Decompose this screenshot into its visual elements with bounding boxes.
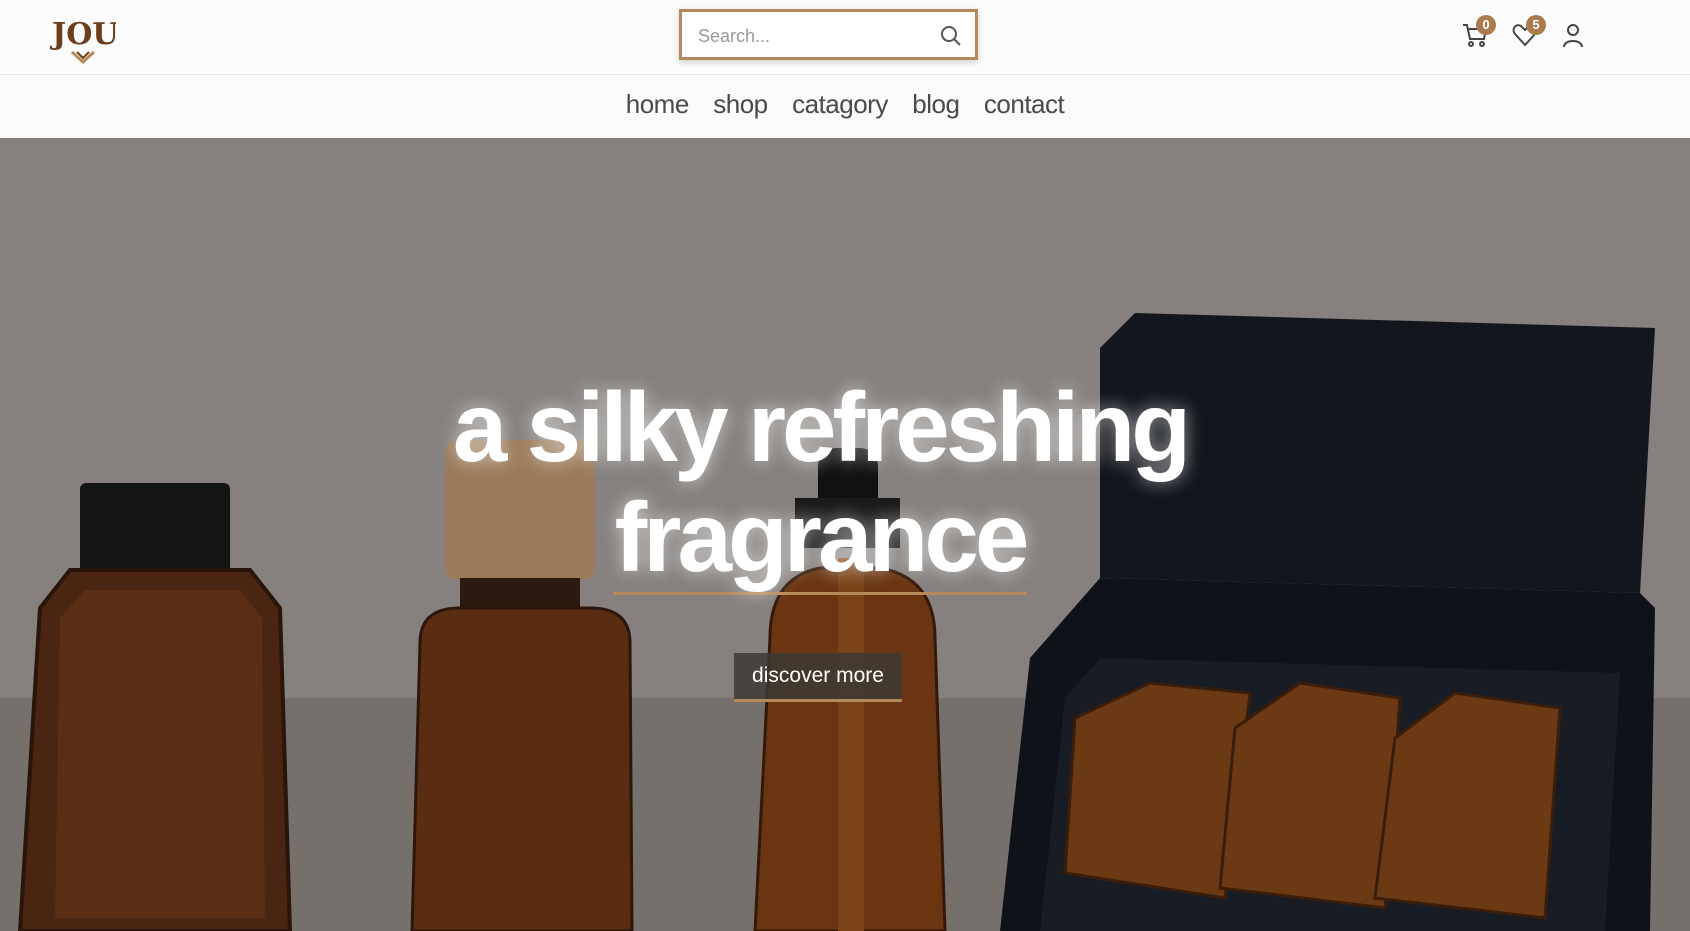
nav-blog[interactable]: blog <box>912 89 960 120</box>
hero-banner: a silky refreshing fragrance discover mo… <box>0 138 1690 931</box>
wishlist-button[interactable]: 5 <box>1510 15 1546 50</box>
nav-category[interactable]: catagory <box>792 89 888 120</box>
search-icon[interactable] <box>939 24 963 48</box>
main-nav: home shop catagory blog contact <box>0 75 1690 138</box>
wishlist-count-badge: 5 <box>1526 15 1546 35</box>
user-icon <box>1563 24 1583 48</box>
hero-headline: a silky refreshing fragrance <box>0 372 1640 595</box>
discover-more-button[interactable]: discover more <box>734 653 902 702</box>
search-box <box>679 9 978 60</box>
nav-contact[interactable]: contact <box>984 89 1065 120</box>
cart-button[interactable]: 0 <box>1460 15 1496 50</box>
nav-shop[interactable]: shop <box>713 89 768 120</box>
hero-headline-line1: a silky refreshing <box>452 372 1191 482</box>
cart-count-badge: 0 <box>1476 15 1496 35</box>
brand-logo[interactable]: JOUD <box>50 8 116 64</box>
search-input[interactable] <box>696 22 930 50</box>
account-button[interactable] <box>1558 20 1588 50</box>
svg-text:JOUD: JOUD <box>50 17 116 52</box>
hero-headline-line2: fragrance <box>612 482 1029 595</box>
header-bar: JOUD 0 5 <box>0 0 1690 75</box>
nav-home[interactable]: home <box>626 89 690 120</box>
